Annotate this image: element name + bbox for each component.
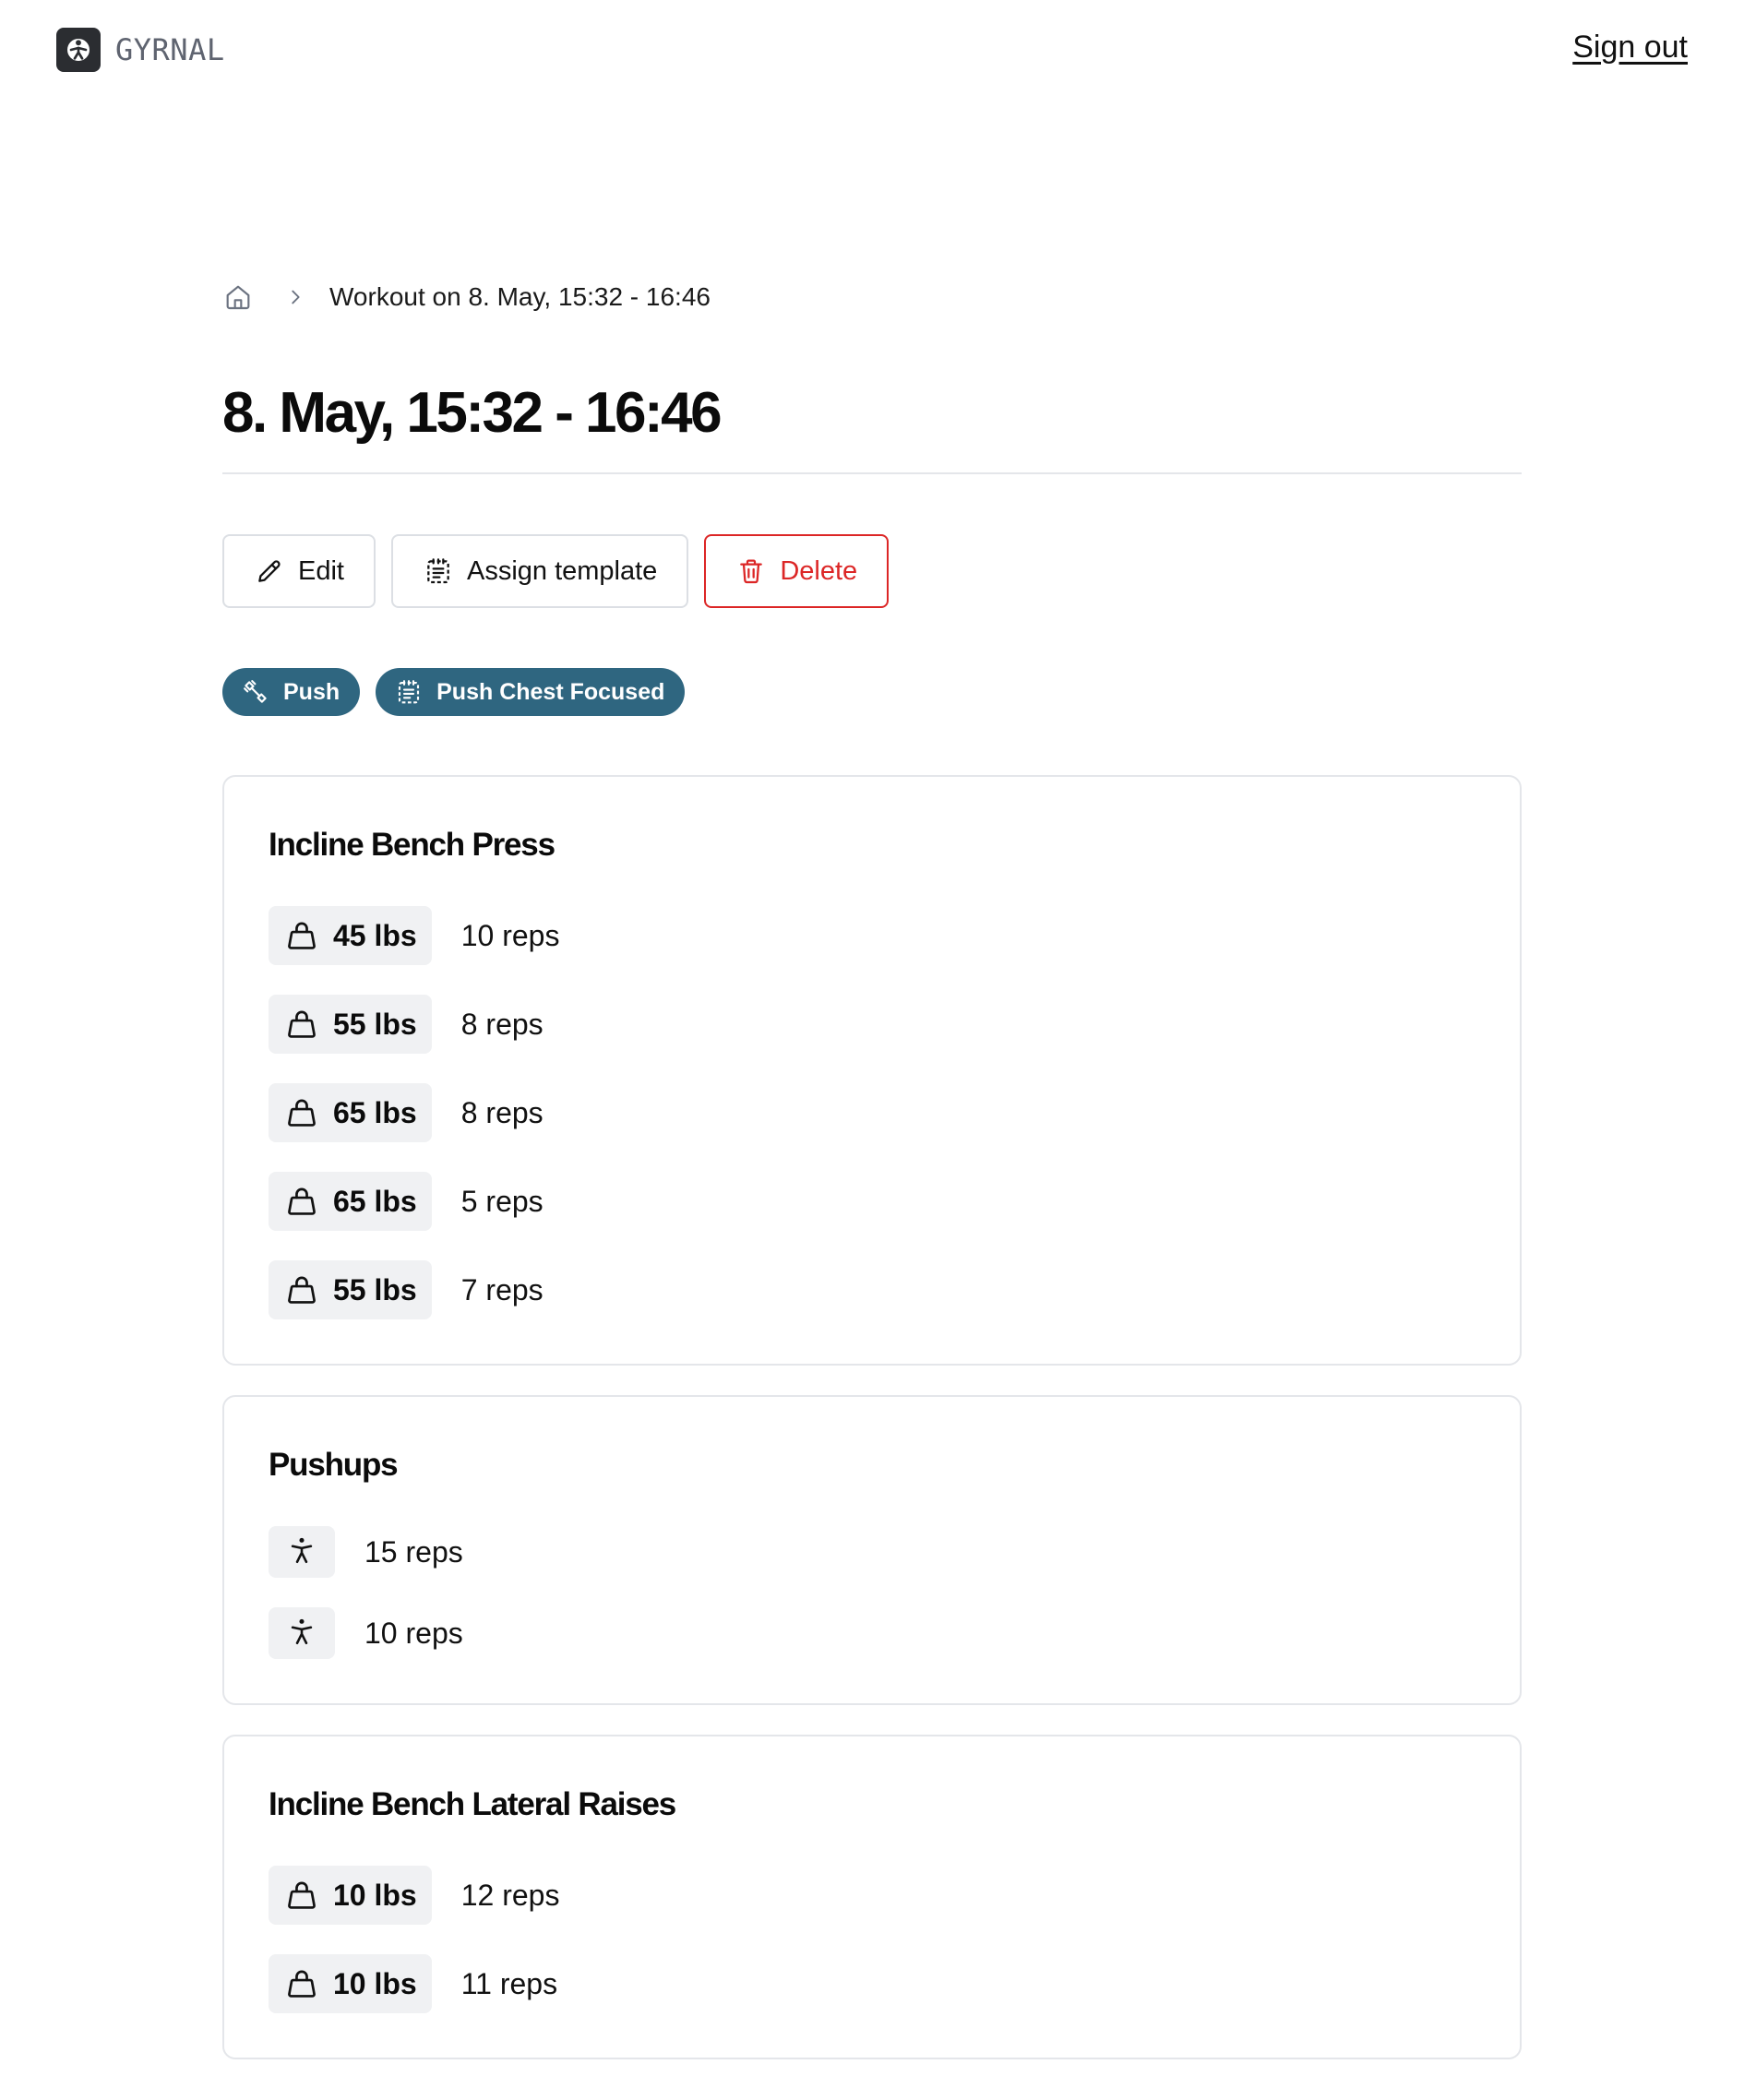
template-icon <box>394 677 424 707</box>
main-content: Workout on 8. May, 15:32 - 16:46 8. May,… <box>222 268 1522 2059</box>
tag-push[interactable]: Push <box>222 668 361 716</box>
set-reps: 15 reps <box>364 1534 463 1569</box>
set-weight: 55 lbs <box>333 1272 417 1307</box>
set-row: 55 lbs 7 reps <box>269 1260 1475 1319</box>
set-weight: 45 lbs <box>333 918 417 952</box>
set-reps: 10 reps <box>364 1616 463 1650</box>
breadcrumb: Workout on 8. May, 15:32 - 16:46 <box>222 268 1522 327</box>
exercise-list: Incline Bench Press 45 lbs 10 reps 55 lb… <box>222 775 1522 2059</box>
kettlebell-icon <box>283 1094 320 1131</box>
weight-chip: 10 lbs <box>269 1954 432 2013</box>
tag-template-label: Push Chest Focused <box>436 678 665 705</box>
set-row: 45 lbs 10 reps <box>269 906 1475 965</box>
set-row: 10 lbs 12 reps <box>269 1866 1475 1925</box>
set-row: 10 reps <box>269 1607 1475 1659</box>
set-row: 65 lbs 5 reps <box>269 1172 1475 1231</box>
set-weight: 65 lbs <box>333 1184 417 1218</box>
kettlebell-icon <box>283 1271 320 1308</box>
bodyweight-chip <box>269 1526 335 1578</box>
person-icon <box>286 1616 317 1652</box>
sign-out-link[interactable]: Sign out <box>1572 30 1688 66</box>
weight-chip: 65 lbs <box>269 1172 432 1231</box>
set-weight: 10 lbs <box>333 1878 417 1912</box>
app-name: GYRNAL <box>115 32 225 67</box>
delete-button[interactable]: Delete <box>704 534 890 608</box>
breadcrumb-current: Workout on 8. May, 15:32 - 16:46 <box>329 282 711 311</box>
set-list: 10 lbs 12 reps 10 lbs 11 reps <box>269 1866 1475 2013</box>
template-icon <box>423 555 454 587</box>
dumbbell-icon <box>241 677 270 707</box>
kettlebell-icon <box>283 1965 320 2002</box>
set-reps: 7 reps <box>460 1272 544 1307</box>
exercise-card: Incline Bench Press 45 lbs 10 reps 55 lb… <box>222 775 1522 1366</box>
edit-button[interactable]: Edit <box>222 534 376 608</box>
set-reps: 8 reps <box>460 1007 544 1041</box>
person-icon <box>286 1534 317 1570</box>
set-weight: 55 lbs <box>333 1007 417 1041</box>
trash-icon <box>735 555 767 587</box>
exercise-title: Pushups <box>269 1447 399 1483</box>
exercise-title: Incline Bench Press <box>269 827 555 863</box>
tag-list: Push Push Chest Focused <box>222 668 1522 716</box>
set-reps: 11 reps <box>460 1966 558 2000</box>
logo-icon <box>56 28 101 72</box>
bodyweight-chip <box>269 1607 335 1659</box>
top-bar: GYRNAL Sign out <box>0 0 1744 101</box>
set-reps: 5 reps <box>460 1184 544 1218</box>
tag-push-label: Push <box>283 678 340 705</box>
set-reps: 12 reps <box>460 1878 560 1912</box>
tag-template[interactable]: Push Chest Focused <box>376 668 686 716</box>
weight-chip: 55 lbs <box>269 1260 432 1319</box>
set-row: 65 lbs 8 reps <box>269 1083 1475 1142</box>
title-divider <box>222 472 1522 474</box>
chevron-right-icon <box>281 283 309 311</box>
set-list: 15 reps 10 reps <box>269 1526 1475 1659</box>
kettlebell-icon <box>283 917 320 954</box>
weight-chip: 55 lbs <box>269 995 432 1054</box>
set-reps: 10 reps <box>460 918 560 952</box>
exercise-card: Pushups 15 reps 10 reps <box>222 1395 1522 1705</box>
kettlebell-icon <box>283 1006 320 1043</box>
exercise-card: Incline Bench Lateral Raises 10 lbs 12 r… <box>222 1735 1522 2059</box>
exercise-title: Incline Bench Lateral Raises <box>269 1786 676 1822</box>
home-icon[interactable] <box>222 281 254 313</box>
set-weight: 65 lbs <box>333 1095 417 1129</box>
kettlebell-icon <box>283 1877 320 1914</box>
edit-button-label: Edit <box>298 555 344 586</box>
set-row: 10 lbs 11 reps <box>269 1954 1475 2013</box>
weight-chip: 45 lbs <box>269 906 432 965</box>
weight-chip: 10 lbs <box>269 1866 432 1925</box>
pencil-icon <box>254 555 285 587</box>
delete-button-label: Delete <box>780 555 858 586</box>
set-weight: 10 lbs <box>333 1966 417 2000</box>
weight-chip: 65 lbs <box>269 1083 432 1142</box>
set-list: 45 lbs 10 reps 55 lbs 8 reps 65 lbs 8 re… <box>269 906 1475 1319</box>
action-bar: Edit Assign template Delete <box>222 534 1522 608</box>
page-title: 8. May, 15:32 - 16:46 <box>222 381 723 445</box>
app-logo-link[interactable]: GYRNAL <box>56 28 225 72</box>
assign-template-button[interactable]: Assign template <box>390 534 689 608</box>
kettlebell-icon <box>283 1183 320 1220</box>
set-row: 55 lbs 8 reps <box>269 995 1475 1054</box>
assign-template-button-label: Assign template <box>466 555 658 586</box>
set-row: 15 reps <box>269 1526 1475 1578</box>
set-reps: 8 reps <box>460 1095 544 1129</box>
